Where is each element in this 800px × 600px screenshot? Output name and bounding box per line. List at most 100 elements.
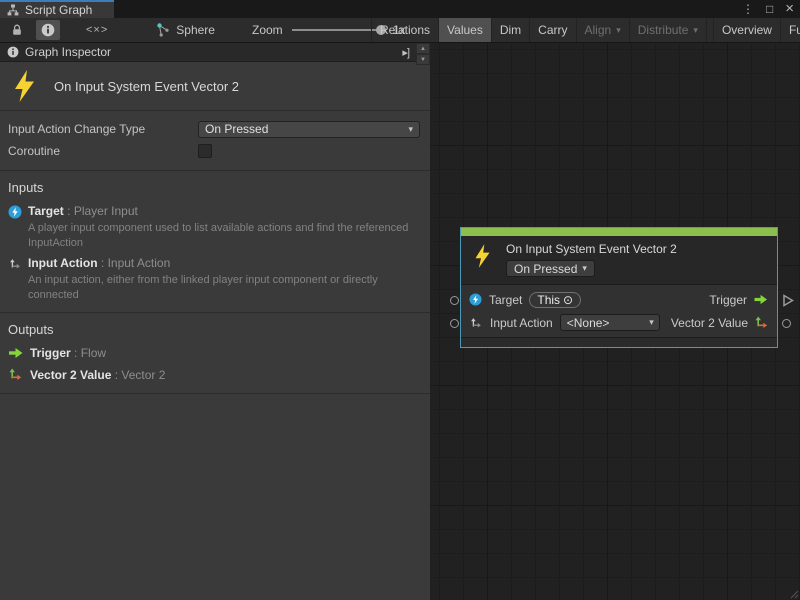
relations-button[interactable]: Relations xyxy=(371,18,439,42)
node-title: On Input System Event Vector 2 xyxy=(506,242,677,256)
info-icon xyxy=(41,23,55,37)
overview-label: Overview xyxy=(722,23,772,37)
lock-icon xyxy=(10,23,24,37)
vector2-port-label: Vector 2 Value xyxy=(671,316,748,330)
chevron-down-icon: ▾ xyxy=(693,25,698,36)
chevron-down-icon: ▾ xyxy=(649,317,654,328)
carry-button[interactable]: Carry xyxy=(530,18,576,42)
zoom-label: Zoom xyxy=(252,23,283,37)
inputs-heading: Inputs xyxy=(8,180,422,195)
inspector-toggle-button[interactable] xyxy=(36,20,60,40)
input-action-icon xyxy=(8,256,28,302)
inspector-scrollbar: ▲ ▼ xyxy=(416,43,430,65)
this-target-chip[interactable]: This ⊙ xyxy=(529,292,581,308)
port-entry-vector2-value: Vector 2 Value : Vector 2 xyxy=(8,367,422,382)
target-port-label: Target xyxy=(489,293,522,307)
toolbar-right-group: Relations Values Dim Carry Align ▾ Distr… xyxy=(371,18,800,42)
node-event-stripe xyxy=(461,228,777,236)
graph-canvas[interactable]: On Input System Event Vector 2 On Presse… xyxy=(430,43,800,600)
flow-arrow-icon xyxy=(753,293,769,306)
event-node[interactable]: On Input System Event Vector 2 On Presse… xyxy=(461,228,777,347)
port-name: Vector 2 Value xyxy=(30,368,111,382)
target-port-row: Target This ⊙ Trigger xyxy=(461,288,777,311)
player-input-icon xyxy=(8,204,28,250)
tab-bar: Script Graph ⋮ □ × xyxy=(0,0,800,18)
vector2-output-port[interactable] xyxy=(782,319,791,328)
graph-hierarchy-icon xyxy=(7,4,19,16)
event-bolt-icon xyxy=(13,70,36,102)
flow-arrow-icon xyxy=(8,346,30,360)
distribute-button[interactable]: Distribute ▾ xyxy=(630,18,707,42)
align-button[interactable]: Align ▾ xyxy=(577,18,630,42)
input-action-port-row: Input Action <None> ▾ Vector 2 Value xyxy=(461,311,777,334)
port-name: Input Action xyxy=(28,256,98,270)
coroutine-label: Coroutine xyxy=(8,144,198,158)
colon: : xyxy=(71,346,81,360)
node-mode-dropdown[interactable]: On Pressed ▾ xyxy=(506,260,595,277)
dim-label: Dim xyxy=(500,23,521,37)
trigger-output-port[interactable] xyxy=(782,294,794,307)
close-icon[interactable]: × xyxy=(785,1,794,17)
port-description: An input action, either from the linked … xyxy=(28,273,420,302)
port-description: A player input component used to list av… xyxy=(28,221,420,250)
input-action-input-port[interactable] xyxy=(450,319,459,328)
graph-inspector-panel: ▲ ▼ Graph Inspector ▸] On Input System E… xyxy=(0,43,430,600)
values-button[interactable]: Values xyxy=(439,18,492,42)
coroutine-checkbox[interactable] xyxy=(198,144,212,158)
change-type-dropdown[interactable]: On Pressed ▾ xyxy=(198,121,420,138)
window-resize-grip[interactable] xyxy=(790,590,799,599)
chevron-down-icon: ▾ xyxy=(582,263,587,274)
change-type-value: On Pressed xyxy=(205,122,268,136)
fullscreen-label: Full Screen xyxy=(789,23,800,37)
colon: : xyxy=(111,368,121,382)
inspector-fields: Input Action Change Type On Pressed ▾ Co… xyxy=(0,111,430,171)
overview-button[interactable]: Overview xyxy=(713,18,781,42)
dim-button[interactable]: Dim xyxy=(492,18,530,42)
vector2-icon xyxy=(754,315,769,330)
outputs-section: Outputs Trigger : Flow xyxy=(0,313,430,394)
lock-button[interactable] xyxy=(5,20,29,40)
scroll-down-button[interactable]: ▼ xyxy=(416,54,430,65)
target-input-port[interactable] xyxy=(450,296,459,305)
align-label: Align xyxy=(585,23,612,37)
port-name: Trigger xyxy=(30,346,71,360)
fullscreen-button[interactable]: Full Screen xyxy=(781,18,800,42)
carry-label: Carry xyxy=(538,23,567,37)
tab-script-graph[interactable]: Script Graph xyxy=(0,0,114,18)
window-controls: ⋮ □ × xyxy=(742,1,794,17)
change-type-field: Input Action Change Type On Pressed ▾ xyxy=(8,120,422,138)
port-type: Input Action xyxy=(108,256,171,270)
code-view-button[interactable]: <×> xyxy=(81,20,113,40)
window-menu-icon[interactable]: ⋮ xyxy=(742,1,754,17)
port-type: Vector 2 xyxy=(121,368,165,382)
distribute-label: Distribute xyxy=(638,23,689,37)
inspector-node-title-block: On Input System Event Vector 2 xyxy=(0,62,430,111)
graph-owner-button[interactable]: Sphere xyxy=(156,23,215,37)
values-label: Values xyxy=(447,23,483,37)
node-footer xyxy=(461,337,777,347)
port-type: Player Input xyxy=(74,204,138,218)
inspector-node-title: On Input System Event Vector 2 xyxy=(54,79,239,94)
maximize-icon[interactable]: □ xyxy=(766,1,773,17)
graph-toolbar: <×> Sphere Zoom 1x Relations xyxy=(0,18,800,43)
graph-owner-icon xyxy=(156,23,170,37)
outputs-heading: Outputs xyxy=(8,322,422,337)
trigger-port-label: Trigger xyxy=(709,293,747,307)
dock-inspector-icon[interactable]: ▸] xyxy=(402,46,409,59)
player-input-icon xyxy=(469,293,482,306)
port-entry-trigger: Trigger : Flow xyxy=(8,346,422,360)
chevron-down-icon: ▾ xyxy=(408,124,413,135)
input-action-dropdown[interactable]: <None> ▾ xyxy=(560,314,660,331)
chevron-down-icon: ▾ xyxy=(616,25,621,36)
scroll-up-button[interactable]: ▲ xyxy=(416,43,430,54)
input-action-icon xyxy=(469,316,483,330)
target-symbol-icon: ⊙ xyxy=(563,293,573,307)
relations-label: Relations xyxy=(380,23,430,37)
node-body: Target This ⊙ Trigger xyxy=(461,284,777,337)
input-action-value: <None> xyxy=(567,316,610,330)
graph-owner-label: Sphere xyxy=(176,23,215,37)
inspector-header-title: Graph Inspector xyxy=(25,45,111,59)
colon: : xyxy=(98,256,108,270)
zoom-slider[interactable] xyxy=(292,29,384,31)
info-icon xyxy=(7,46,19,58)
